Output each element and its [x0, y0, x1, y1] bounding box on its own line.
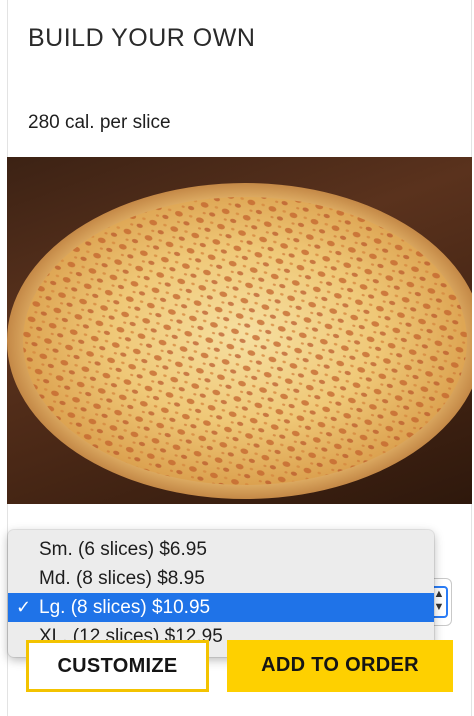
add-to-order-button[interactable]: ADD TO ORDER: [227, 640, 453, 692]
checkmark-icon: ✓: [16, 597, 32, 617]
calorie-info: 280 cal. per slice: [28, 112, 171, 133]
size-option-small[interactable]: Sm. (6 slices) $6.95: [8, 535, 434, 564]
pizza-illustration: [7, 183, 472, 499]
pizza-image: [7, 157, 472, 504]
pizza-toppings: [23, 197, 467, 485]
product-title: BUILD YOUR OWN: [28, 24, 256, 52]
size-option-label: Sm. (6 slices) $6.95: [39, 539, 207, 560]
size-option-label: Md. (8 slices) $8.95: [39, 568, 205, 589]
size-option-label: Lg. (8 slices) $10.95: [39, 597, 211, 618]
size-option-large[interactable]: ✓ Lg. (8 slices) $10.95: [8, 593, 434, 622]
size-dropdown-menu[interactable]: Sm. (6 slices) $6.95 Md. (8 slices) $8.9…: [8, 530, 434, 657]
size-option-medium[interactable]: Md. (8 slices) $8.95: [8, 564, 434, 593]
customize-button[interactable]: CUSTOMIZE: [26, 640, 209, 692]
